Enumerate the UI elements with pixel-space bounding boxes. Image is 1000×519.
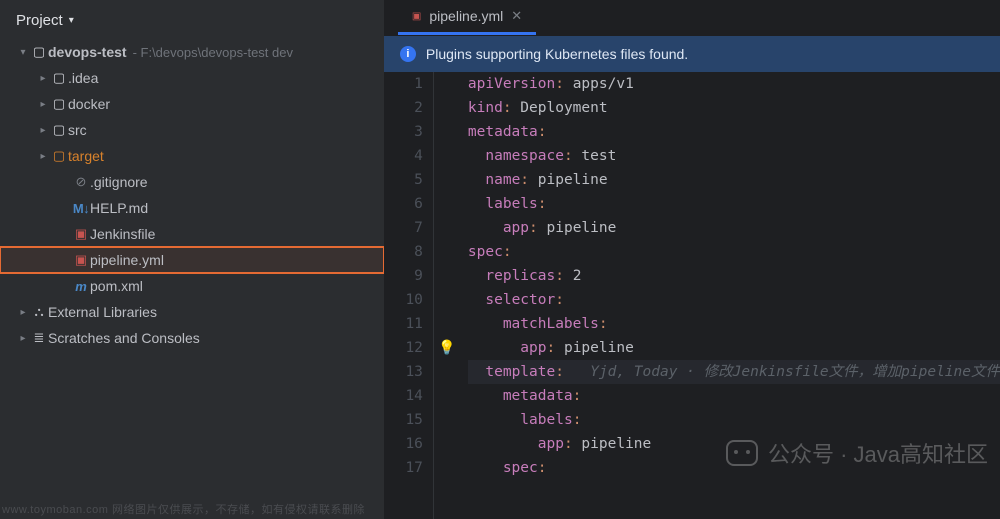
tree-item-pom-xml[interactable]: mpom.xml (0, 273, 384, 299)
close-icon[interactable]: ✕ (511, 8, 522, 24)
bulb-icon[interactable]: 💡 (438, 336, 455, 360)
code-editor[interactable]: 1234567891011121314151617 💡 apiVersion: … (384, 72, 1000, 519)
code-content[interactable]: apiVersion: apps/v1kind: Deploymentmetad… (460, 72, 1000, 519)
scratches-consoles[interactable]: ▸ ≣ Scratches and Consoles (0, 325, 384, 351)
markdown-icon: M↓ (72, 201, 90, 216)
code-line-7[interactable]: app: pipeline (468, 216, 1000, 240)
code-line-6[interactable]: labels: (468, 192, 1000, 216)
folder-icon: ▢ (50, 122, 68, 138)
yaml-icon: ▣ (412, 11, 421, 22)
code-line-15[interactable]: labels: (468, 408, 1000, 432)
footer-note: www.toymoban.com 网络图片仅供展示，不存储，如有侵权请联系删除 (2, 501, 365, 517)
scratch-icon: ≣ (30, 330, 48, 346)
tree-item-src[interactable]: ▸▢src (0, 117, 384, 143)
library-icon: ⛬ (30, 304, 48, 320)
root-path: - F:\devops\devops-test dev (133, 45, 293, 60)
gitignore-icon: ⊘ (72, 174, 90, 190)
code-line-16[interactable]: app: pipeline (468, 432, 1000, 456)
code-line-14[interactable]: metadata: (468, 384, 1000, 408)
code-line-2[interactable]: kind: Deployment (468, 96, 1000, 120)
code-line-12[interactable]: app: pipeline (468, 336, 1000, 360)
tree-item-target[interactable]: ▸▢target (0, 143, 384, 169)
collapse-icon[interactable]: ▾ (16, 47, 30, 58)
yaml-icon: ▣ (72, 252, 90, 268)
code-line-17[interactable]: spec: (468, 456, 1000, 480)
folder-icon: ▢ (50, 96, 68, 112)
module-icon: ▢ (30, 44, 48, 60)
external-libraries[interactable]: ▸ ⛬ External Libraries (0, 299, 384, 325)
expand-icon[interactable]: ▸ (36, 151, 50, 162)
code-line-4[interactable]: namespace: test (468, 144, 1000, 168)
tree-item--gitignore[interactable]: ⊘.gitignore (0, 169, 384, 195)
code-line-8[interactable]: spec: (468, 240, 1000, 264)
chevron-down-icon: ▾ (69, 15, 74, 26)
tree-item-pipeline-yml[interactable]: ▣pipeline.yml (0, 247, 384, 273)
maven-icon: m (72, 279, 90, 294)
expand-icon[interactable]: ▸ (16, 333, 30, 344)
info-icon: i (400, 46, 416, 62)
root-label: devops-test (48, 44, 127, 60)
line-gutter: 1234567891011121314151617 (384, 72, 434, 519)
editor-area: ▣ pipeline.yml ✕ i Plugins supporting Ku… (384, 0, 1000, 519)
project-tree: ▾ ▢ devops-test - F:\devops\devops-test … (0, 39, 384, 519)
tab-pipeline-yml[interactable]: ▣ pipeline.yml ✕ (398, 0, 536, 35)
tree-item-HELP-md[interactable]: M↓HELP.md (0, 195, 384, 221)
code-line-5[interactable]: name: pipeline (468, 168, 1000, 192)
tree-root[interactable]: ▾ ▢ devops-test - F:\devops\devops-test … (0, 39, 384, 65)
tree-item--idea[interactable]: ▸▢.idea (0, 65, 384, 91)
expand-icon[interactable]: ▸ (36, 125, 50, 136)
folder-icon: ▢ (50, 70, 68, 86)
code-line-9[interactable]: replicas: 2 (468, 264, 1000, 288)
project-title: Project (16, 12, 63, 29)
tree-item-Jenkinsfile[interactable]: ▣Jenkinsfile (0, 221, 384, 247)
expand-icon[interactable]: ▸ (36, 99, 50, 110)
code-line-10[interactable]: selector: (468, 288, 1000, 312)
expand-icon[interactable]: ▸ (36, 73, 50, 84)
gutter-icons: 💡 (434, 72, 460, 519)
tab-label: pipeline.yml (429, 8, 503, 24)
project-sidebar: Project ▾ ▾ ▢ devops-test - F:\devops\de… (0, 0, 384, 519)
code-line-3[interactable]: metadata: (468, 120, 1000, 144)
expand-icon[interactable]: ▸ (16, 307, 30, 318)
tree-item-docker[interactable]: ▸▢docker (0, 91, 384, 117)
project-header[interactable]: Project ▾ (0, 0, 384, 39)
notification-banner[interactable]: i Plugins supporting Kubernetes files fo… (384, 36, 1000, 72)
editor-tabs: ▣ pipeline.yml ✕ (384, 0, 1000, 36)
yaml-icon: ▣ (72, 226, 90, 242)
code-line-13[interactable]: template: Yjd, Today · 修改Jenkinsfile文件，增… (468, 360, 1000, 384)
code-line-11[interactable]: matchLabels: (468, 312, 1000, 336)
code-line-1[interactable]: apiVersion: apps/v1 (468, 72, 1000, 96)
folder-icon: ▢ (50, 148, 68, 164)
banner-text: Plugins supporting Kubernetes files foun… (426, 46, 688, 62)
